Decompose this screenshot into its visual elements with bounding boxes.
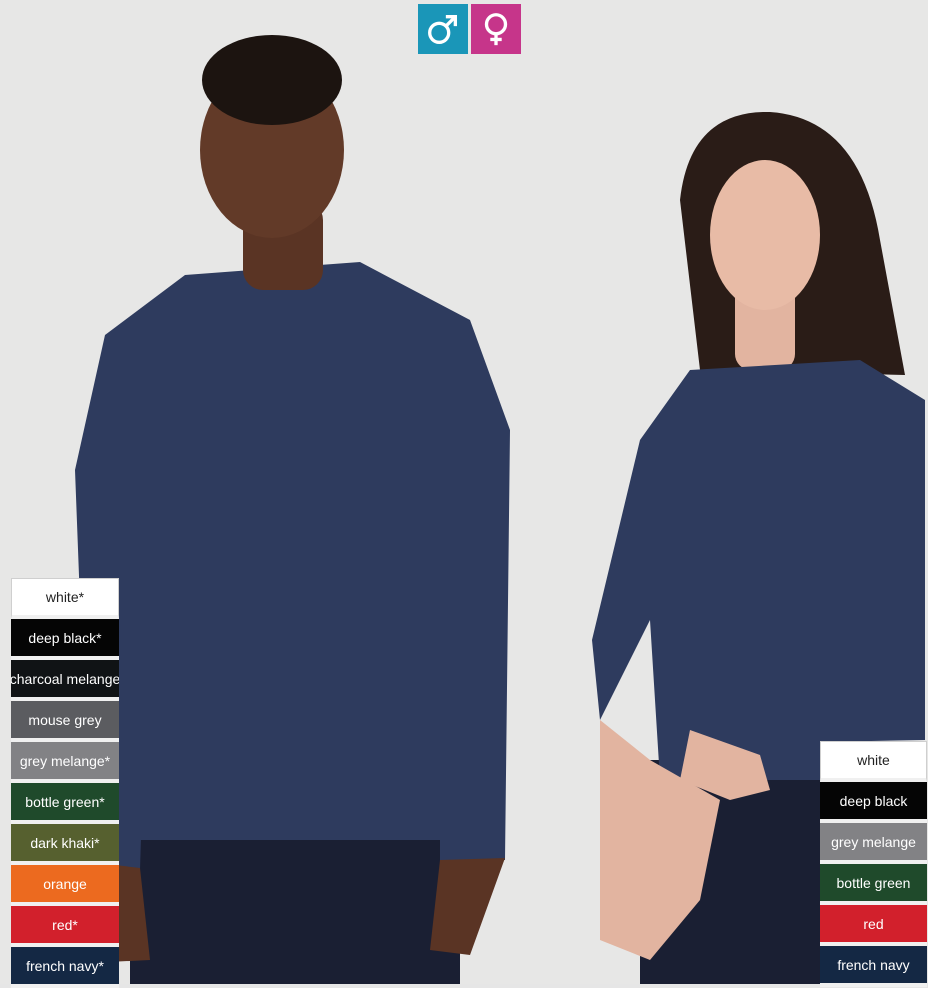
female-symbol-icon — [484, 13, 508, 46]
women-color-swatch[interactable]: bottle green — [820, 864, 927, 905]
men-color-swatch[interactable]: white* — [11, 578, 119, 619]
men-color-swatch[interactable]: deep black* — [11, 619, 119, 660]
women-color-swatches: white deep black grey melange bottle green r… — [820, 741, 927, 987]
men-color-swatch[interactable]: grey melange* — [11, 742, 119, 783]
female-toggle-button[interactable] — [471, 4, 521, 54]
women-color-swatch[interactable]: white — [820, 741, 927, 782]
men-color-swatch[interactable]: orange — [11, 865, 119, 906]
men-color-swatch[interactable]: french navy* — [11, 947, 119, 988]
women-color-swatch[interactable]: grey melange — [820, 823, 927, 864]
male-symbol-icon — [428, 14, 458, 44]
men-color-swatches: white* deep black* charcoal melange mouse g… — [11, 578, 119, 988]
men-color-swatch[interactable]: mouse grey — [11, 701, 119, 742]
men-color-swatch[interactable]: bottle green* — [11, 783, 119, 824]
men-color-swatch[interactable]: red* — [11, 906, 119, 947]
women-color-swatch[interactable]: deep black — [820, 782, 927, 823]
men-color-swatch[interactable]: charcoal melange — [11, 660, 119, 701]
men-color-swatch[interactable]: dark khaki* — [11, 824, 119, 865]
women-color-swatch[interactable]: french navy — [820, 946, 927, 987]
product-photo — [0, 0, 928, 984]
male-toggle-button[interactable] — [418, 4, 468, 54]
women-color-swatch[interactable]: red — [820, 905, 927, 946]
